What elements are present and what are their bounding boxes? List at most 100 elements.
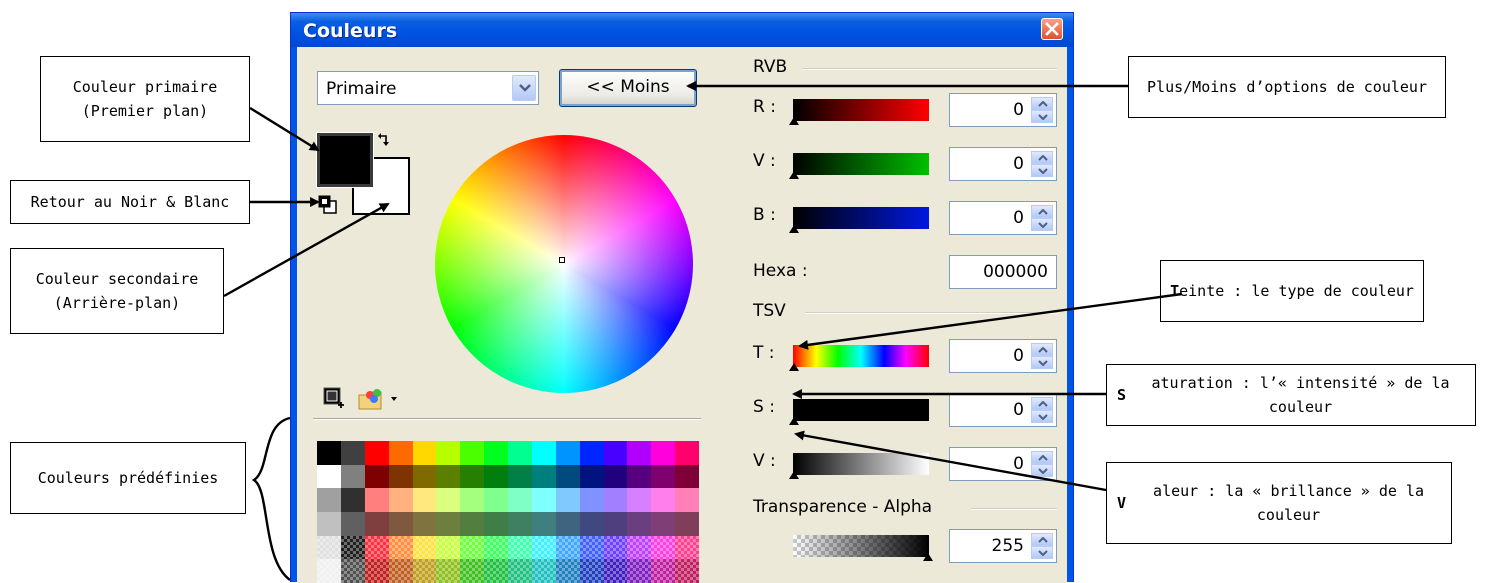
palette-swatch[interactable]	[388, 559, 413, 583]
g-spin-buttons[interactable]	[1031, 151, 1053, 177]
g-slider-handle[interactable]	[789, 171, 799, 179]
b-spin-buttons[interactable]	[1031, 205, 1053, 231]
alpha-spin-buttons[interactable]	[1031, 533, 1053, 559]
primary-color-swatch[interactable]	[316, 132, 374, 188]
palette-swatch[interactable]	[579, 559, 604, 583]
saturation-slider[interactable]	[793, 399, 929, 421]
palette-swatch[interactable]	[675, 511, 699, 536]
palette-swatch[interactable]	[675, 559, 699, 583]
value-spinbox[interactable]: 0	[949, 447, 1057, 481]
palette-swatch[interactable]	[364, 488, 389, 512]
r-slider-handle[interactable]	[789, 117, 799, 125]
color-mode-select[interactable]: Primaire	[317, 71, 539, 105]
t-spinbox[interactable]: 0	[949, 339, 1057, 373]
palette-swatch[interactable]	[579, 488, 604, 512]
value-spin-buttons[interactable]	[1031, 451, 1053, 477]
spin-up-button[interactable]	[1031, 205, 1053, 218]
palette-swatch[interactable]	[460, 535, 485, 560]
palette-swatch[interactable]	[460, 464, 485, 489]
palette-swatch[interactable]	[603, 464, 628, 489]
palette-swatch[interactable]	[412, 464, 437, 489]
palette-swatch[interactable]	[484, 464, 508, 489]
palette-swatch[interactable]	[460, 511, 485, 536]
palette-swatch[interactable]	[531, 535, 556, 560]
palette-swatch[interactable]	[603, 559, 628, 583]
palette-swatch[interactable]	[555, 441, 580, 465]
palette-swatch[interactable]	[579, 535, 604, 560]
palette-swatch[interactable]	[555, 464, 580, 489]
palette-swatch[interactable]	[508, 441, 532, 465]
palette-swatch[interactable]	[651, 535, 676, 560]
r-spin-buttons[interactable]	[1031, 97, 1053, 123]
palette-swatch[interactable]	[460, 441, 485, 465]
palette-swatch[interactable]	[412, 535, 437, 560]
palette-swatch[interactable]	[651, 441, 676, 465]
palette-swatch[interactable]	[388, 511, 413, 536]
palette-swatch[interactable]	[364, 511, 389, 536]
palette-swatch[interactable]	[340, 559, 365, 583]
spin-up-button[interactable]	[1031, 97, 1053, 110]
reset-colors-icon[interactable]	[318, 195, 338, 215]
palette-swatch[interactable]	[531, 559, 556, 583]
palette-swatch[interactable]	[531, 464, 556, 489]
palette-swatch[interactable]	[651, 511, 676, 536]
title-bar[interactable]: Couleurs	[291, 13, 1073, 47]
palette-swatch[interactable]	[627, 511, 652, 536]
palette-swatch[interactable]	[651, 559, 676, 583]
less-options-button[interactable]: << Moins	[559, 69, 697, 107]
b-spinbox[interactable]: 0	[949, 201, 1057, 235]
palette-swatch[interactable]	[627, 464, 652, 489]
palette-swatch[interactable]	[388, 488, 413, 512]
palette-swatch[interactable]	[627, 441, 652, 465]
palette-swatch[interactable]	[484, 488, 508, 512]
palette-swatch[interactable]	[412, 441, 437, 465]
palette-swatch[interactable]	[484, 559, 508, 583]
spin-down-button[interactable]	[1031, 464, 1053, 477]
alpha-spinbox[interactable]: 255	[949, 529, 1057, 563]
palette-swatch[interactable]	[651, 488, 676, 512]
palette-swatch[interactable]	[508, 559, 532, 583]
spin-down-button[interactable]	[1031, 218, 1053, 231]
palette-swatch[interactable]	[555, 511, 580, 536]
spin-up-button[interactable]	[1031, 451, 1053, 464]
b-slider[interactable]	[793, 207, 929, 229]
palette-swatch[interactable]	[317, 488, 341, 512]
spin-down-button[interactable]	[1031, 110, 1053, 123]
palette-swatch[interactable]	[364, 559, 389, 583]
palette-swatch[interactable]	[579, 511, 604, 536]
g-slider[interactable]	[793, 153, 929, 175]
palette-swatch[interactable]	[484, 535, 508, 560]
palette-swatch[interactable]	[436, 511, 461, 536]
palette-swatch[interactable]	[508, 535, 532, 560]
palette-swatch[interactable]	[603, 488, 628, 512]
color-wheel[interactable]	[435, 135, 693, 393]
dropdown-arrow-button[interactable]	[512, 75, 536, 101]
palette-swatch[interactable]	[675, 535, 699, 560]
palette-swatch[interactable]	[364, 464, 389, 489]
palette-swatch[interactable]	[555, 559, 580, 583]
palette-swatch[interactable]	[436, 535, 461, 560]
palette-swatch[interactable]	[388, 464, 413, 489]
hue-slider-handle[interactable]	[789, 363, 799, 371]
palette-swatch[interactable]	[531, 441, 556, 465]
spin-down-button[interactable]	[1031, 164, 1053, 177]
palette-swatch[interactable]	[579, 464, 604, 489]
palette-swatch[interactable]	[388, 535, 413, 560]
palette-swatch[interactable]	[364, 441, 389, 465]
palette-swatch[interactable]	[436, 441, 461, 465]
palette-swatch[interactable]	[460, 559, 485, 583]
palette-swatch[interactable]	[340, 535, 365, 560]
palette-swatch[interactable]	[508, 511, 532, 536]
hue-slider[interactable]	[793, 345, 929, 367]
palette-swatch[interactable]	[579, 441, 604, 465]
palette-swatch[interactable]	[675, 488, 699, 512]
palette-swatch[interactable]	[340, 488, 365, 512]
palette-swatch[interactable]	[412, 488, 437, 512]
spin-down-button[interactable]	[1031, 410, 1053, 423]
palette-swatch[interactable]	[508, 464, 532, 489]
palette-swatch[interactable]	[317, 464, 341, 489]
palette-swatch[interactable]	[508, 488, 532, 512]
palette-swatch[interactable]	[436, 488, 461, 512]
palette-swatch[interactable]	[603, 535, 628, 560]
r-slider[interactable]	[793, 99, 929, 121]
